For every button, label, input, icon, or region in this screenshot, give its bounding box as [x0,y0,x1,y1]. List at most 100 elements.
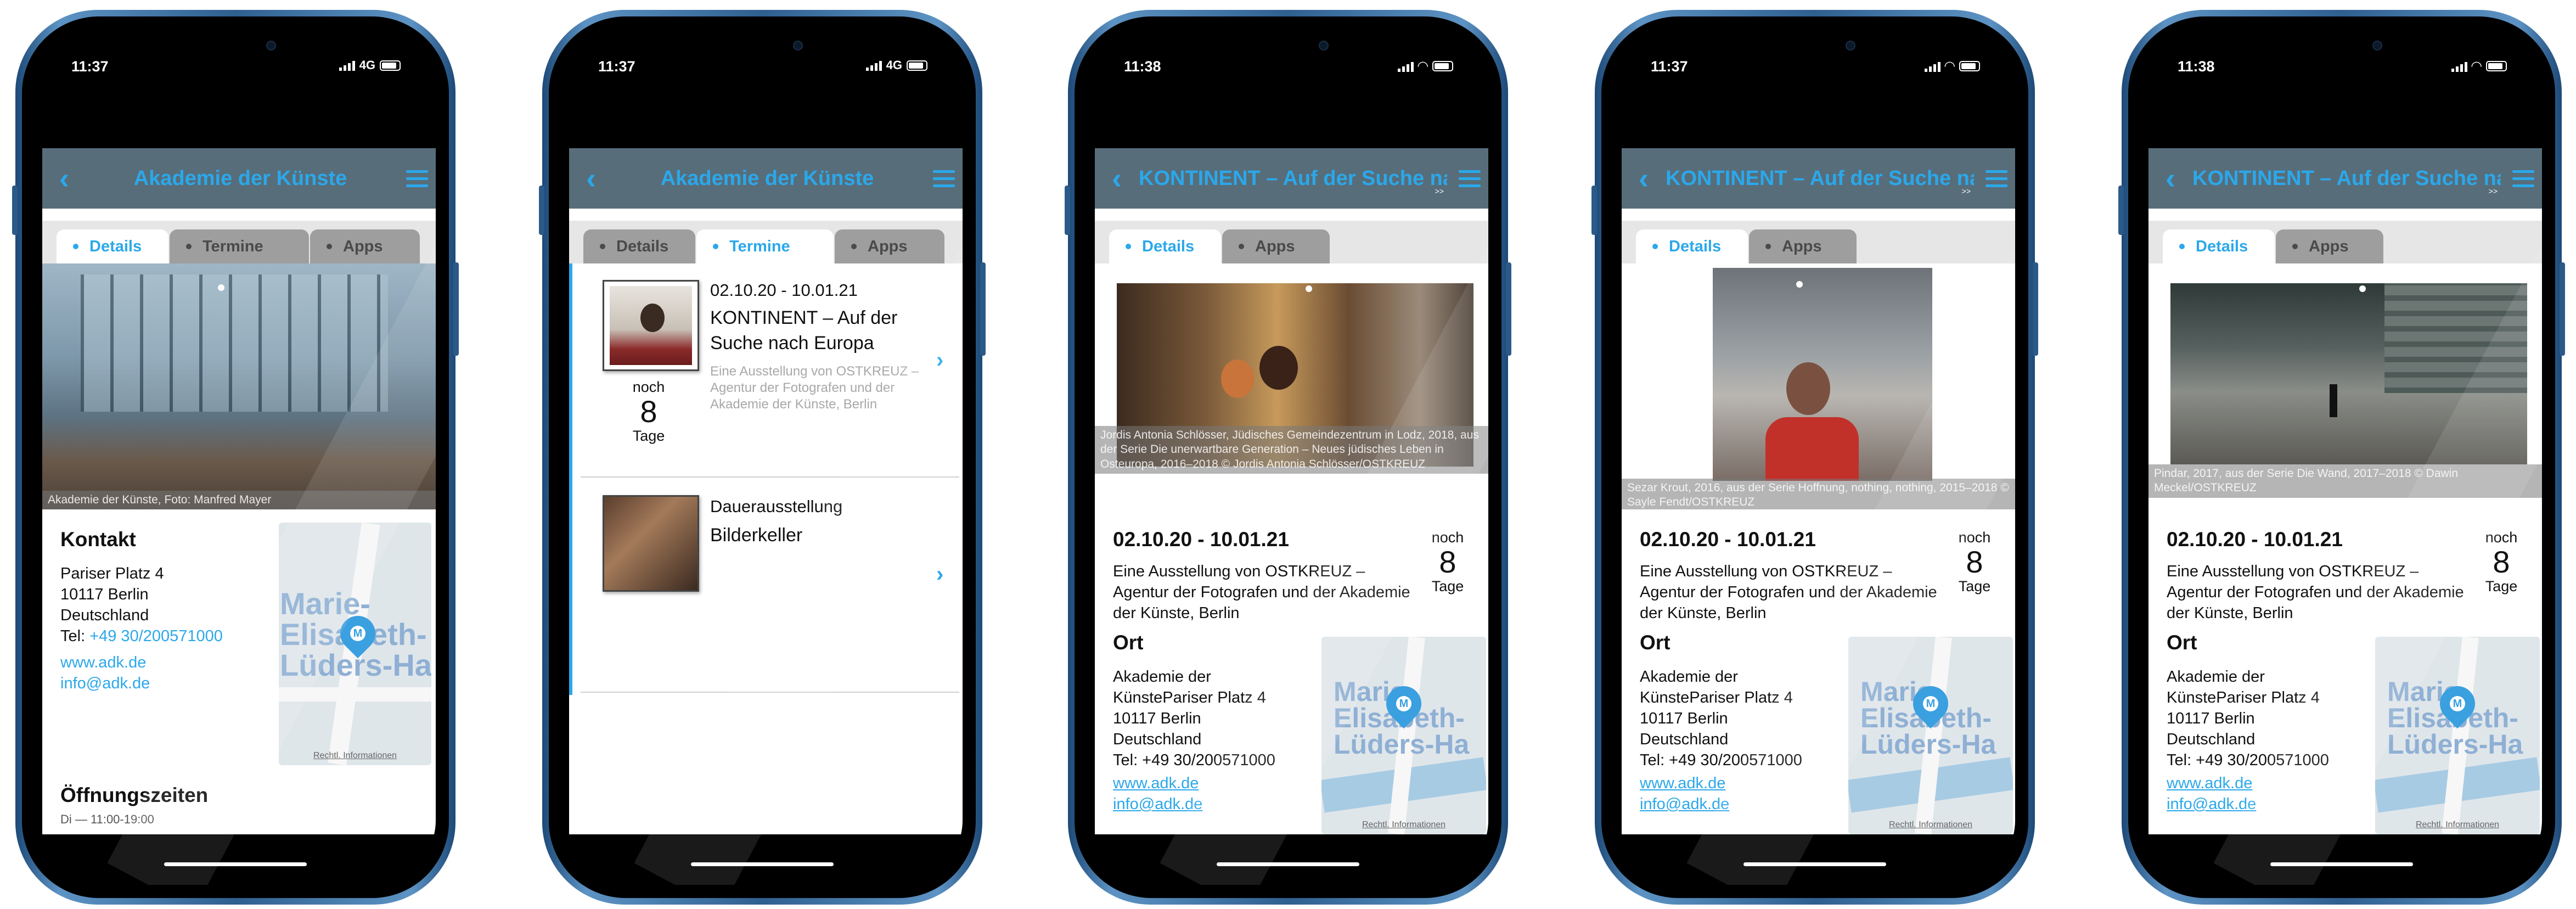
list-divider [581,692,959,693]
map-view[interactable]: Marie- Elisabeth- Lüders-Ha M Rechtl. In… [2375,637,2540,834]
tab-termine[interactable]: Termine [696,229,834,263]
status-bar-icons: ◠ [1924,58,1980,74]
opening-hours-partial: Di — 11:00-19:00 [60,812,154,826]
status-time: 11:37 [598,58,635,75]
home-indicator[interactable] [2270,862,2413,866]
email-link[interactable]: info@adk.de [2167,794,2329,815]
tab-apps[interactable]: Apps [2276,229,2383,263]
days-remaining: noch 8 Tage [1958,529,1991,594]
exhibition-description: Eine Ausstellung von OSTKREUZ – Agentur … [1113,563,1410,622]
status-time: 11:37 [1651,58,1688,75]
map-legal-link[interactable]: Rechtl. Informationen [2375,820,2540,830]
phone-bezel: 11:37 ◠ ‹ KONTINENT – Auf der Suche nach… [1601,16,2028,898]
tab-bar: Details Termine Apps [569,221,963,263]
map-legal-link[interactable]: Rechtl. Informationen [1848,820,2013,830]
status-bar-icons: ◠ [2451,58,2507,74]
phone-2: 11:37 4G ‹ Akademie der Künste Details T… [539,10,986,905]
tab-dot-icon [2292,244,2298,249]
map-view[interactable]: Marie- Elisabeth- Lüders-Ha M Rechtl. In… [1848,637,2013,834]
hamburger-menu-icon[interactable] [921,170,963,187]
website-link[interactable]: www.adk.de [60,652,223,673]
photo-caption: Pindar, 2017, aus der Serie Die Wand, 20… [2148,464,2542,498]
exhibition-description: Eine Ausstellung von OSTKREUZ – Agentur … [1640,563,1937,622]
phone-link[interactable]: +49 30/200571000 [89,627,223,645]
screen: 11:38 ◠ ‹ KONTINENT – Auf der Suche nach… [2141,30,2542,885]
tab-dot-icon [327,244,332,249]
screen: 11:38 ◠ ‹ KONTINENT – Auf der Suche nach… [1088,30,1488,885]
power-button [1506,262,1511,356]
tab-details[interactable]: Details [57,229,168,263]
home-indicator[interactable] [691,862,834,866]
home-indicator[interactable] [164,862,307,866]
tab-details[interactable]: Details [1636,229,1748,263]
home-indicator[interactable] [1217,862,1359,866]
hamburger-menu-icon[interactable] [1974,148,2015,209]
phone-bezel: 11:37 4G ‹ Akademie der Künste Details T… [549,16,976,898]
map-view[interactable]: Marie- Elisabeth- Lüders-Ha M Rechtl. In… [1321,637,1486,834]
status-bar-icons: ◠ [1397,58,1453,74]
chevron-right-icon[interactable]: › [936,348,943,373]
tab-termine[interactable]: Termine [170,229,309,263]
phone-bezel: 11:38 ◠ ‹ KONTINENT – Auf der Suche nach… [2128,16,2555,898]
tab-dot-icon [1652,244,1658,249]
section-heading-oeffnungszeiten: Öffnungszeiten [60,784,209,806]
email-link[interactable]: info@adk.de [60,673,223,694]
notch [2243,30,2440,64]
nav-title: Akademie der Künste [660,166,874,190]
nav-bar: ‹ KONTINENT – Auf der Suche nach Europa … [1095,148,1488,209]
nav-bar: ‹ Akademie der Künste [569,148,963,209]
exhibition-photo[interactable]: Jordis Antonia Schlösser, Jüdisches Geme… [1095,263,1488,509]
volume-button [12,186,18,235]
website-link[interactable]: www.adk.de [1113,773,1275,794]
email-link[interactable]: info@adk.de [1640,794,1802,815]
tab-dot-icon [713,244,718,249]
hamburger-menu-icon[interactable] [1447,148,1488,209]
battery-icon [1432,61,1453,71]
hamburger-menu-icon[interactable] [395,170,436,187]
camera-icon [793,41,803,50]
tab-details[interactable]: Details [583,229,695,263]
website-link[interactable]: www.adk.de [2167,773,2329,794]
venue-address: Akademie der KünstePariser Platz 4 10117… [1640,666,1802,815]
chevron-right-icon[interactable]: › [936,562,943,587]
back-icon[interactable]: ‹ [2148,164,2192,193]
venue-photo[interactable]: Akademie der Künste, Foto: Manfred Mayer [42,263,436,509]
tab-apps[interactable]: Apps [835,229,944,263]
tab-details[interactable]: Details [2163,229,2275,263]
tab-dot-icon [1239,244,1244,249]
back-icon[interactable]: ‹ [1095,164,1139,193]
map-legal-link[interactable]: Rechtl. Informationen [279,751,431,761]
signal-icon [339,60,355,71]
phone-4: 11:37 ◠ ‹ KONTINENT – Auf der Suche nach… [1591,10,2038,905]
notch [1189,30,1387,64]
map-legal-link[interactable]: Rechtl. Informationen [1321,820,1486,830]
tab-apps[interactable]: Apps [1749,229,1857,263]
battery-icon [1959,61,1980,71]
home-indicator[interactable] [1743,862,1886,866]
map-view[interactable]: Marie- Elisabeth- Lüders-Hau M Rechtl. I… [279,523,431,765]
hamburger-menu-icon[interactable] [2501,148,2542,209]
tab-apps[interactable]: Apps [310,229,420,263]
exhibition-dates: 02.10.20 - 10.01.21 [1640,528,1816,551]
status-bar-icons: 4G [339,58,401,72]
nav-title: Akademie der Künste [133,166,347,190]
notch [137,30,334,64]
back-icon[interactable]: ‹ [42,164,86,193]
exhibition-photo[interactable]: Sezar Krout, 2016, aus der Serie Hoffnun… [1622,263,2015,509]
photo-caption: Akademie der Künste, Foto: Manfred Mayer [42,490,436,509]
battery-icon [907,60,927,71]
tab-details[interactable]: Details [1109,229,1221,263]
wifi-icon: ◠ [1418,59,1428,74]
tab-apps[interactable]: Apps [1222,229,1330,263]
nav-title: KONTINENT – Auf der Suche nach Europa [1139,166,1447,190]
exhibition-dates: 02.10.20 - 10.01.21 [1113,528,1289,551]
website-link[interactable]: www.adk.de [1640,773,1802,794]
back-icon[interactable]: ‹ [1622,164,1666,193]
page-indicator [1306,285,1312,292]
photo-caption: Jordis Antonia Schlösser, Jüdisches Geme… [1095,426,1488,474]
list-divider [581,476,959,478]
exhibition-photo[interactable]: Pindar, 2017, aus der Serie Die Wand, 20… [2148,263,2542,509]
event-date: Dauerausstellung [710,497,843,516]
back-icon[interactable]: ‹ [569,164,613,193]
email-link[interactable]: info@adk.de [1113,794,1275,815]
